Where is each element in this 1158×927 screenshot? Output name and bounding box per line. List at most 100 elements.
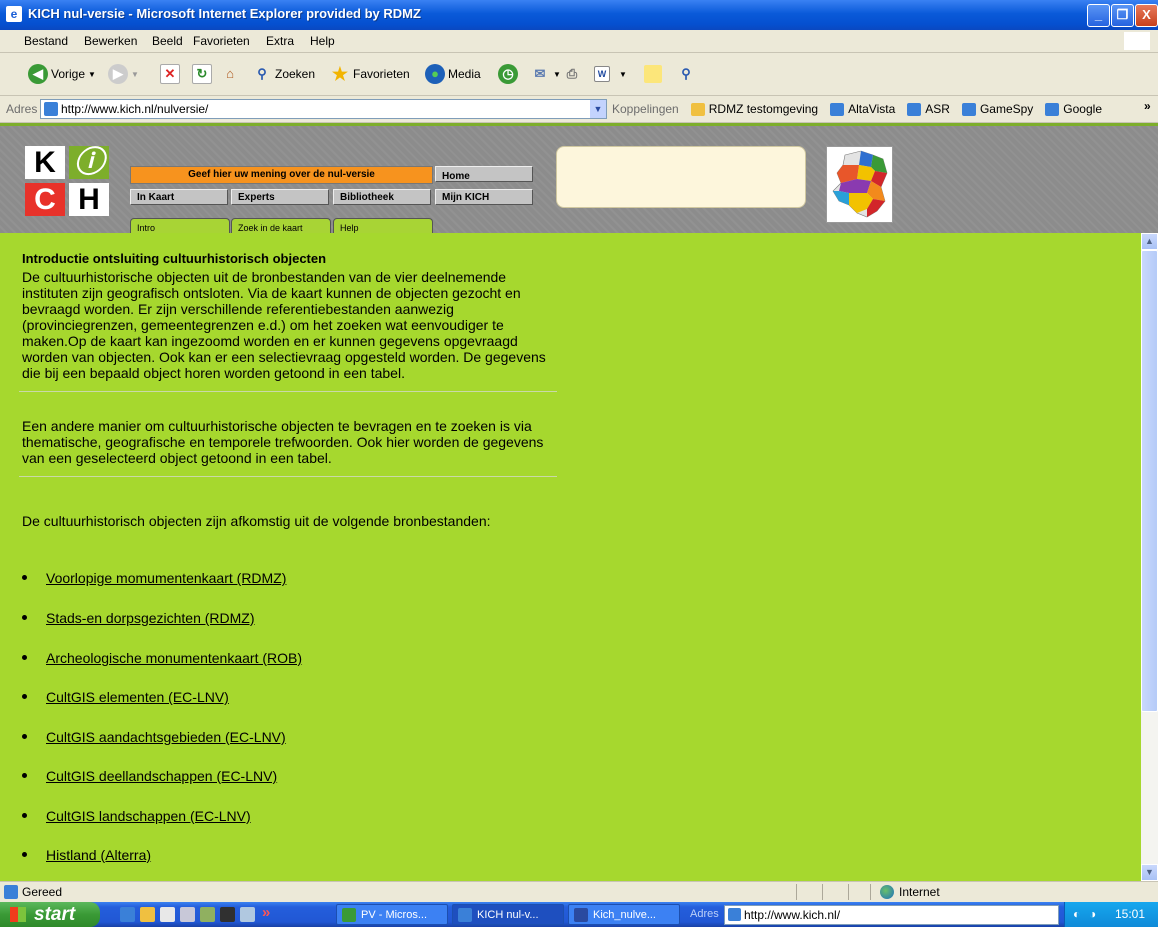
link-rdmz-testomgeving[interactable]: RDMZ testomgeving xyxy=(690,102,819,116)
menu-beeld[interactable]: Beeld xyxy=(152,34,183,48)
divider xyxy=(19,476,557,477)
history-button[interactable]: ◷ xyxy=(498,63,518,85)
link-asr[interactable]: ASR xyxy=(907,102,950,116)
quicklaunch-server-icon[interactable] xyxy=(180,907,195,922)
menu-help[interactable]: Help xyxy=(310,34,335,48)
task-label: Kich_nulve... xyxy=(593,909,656,921)
page-heading: Introductie ontsluiting cultuurhistorisc… xyxy=(22,251,327,266)
media-icon: ● xyxy=(425,64,445,84)
media-button[interactable]: ● Media xyxy=(425,63,481,85)
link-google[interactable]: Google xyxy=(1045,102,1102,116)
source-link[interactable]: Voorlopige momumentenkaart (RDMZ) xyxy=(46,570,286,586)
edit-button[interactable]: W ▼ xyxy=(594,63,627,85)
close-button[interactable]: X xyxy=(1135,4,1158,27)
links-label: Koppelingen xyxy=(612,102,679,116)
research-button[interactable]: ⚲ xyxy=(676,63,696,85)
bullet xyxy=(22,773,27,778)
quicklaunch-more-icon[interactable]: » xyxy=(262,904,270,921)
address-input[interactable]: http://www.kich.nl/nulversie/ ▼ xyxy=(40,99,607,119)
source-link[interactable]: CultGIS elementen (EC-LNV) xyxy=(46,689,229,705)
bullet xyxy=(22,655,27,660)
source-link[interactable]: Archeologische monumentenkaart (ROB) xyxy=(46,650,302,666)
scroll-thumb[interactable] xyxy=(1141,250,1158,712)
bullet xyxy=(22,813,27,818)
quicklaunch-ie-icon[interactable] xyxy=(120,907,135,922)
vertical-scrollbar[interactable]: ▲ ▼ xyxy=(1141,233,1158,881)
internet-globe-icon xyxy=(880,885,894,899)
menu-bewerken[interactable]: Bewerken xyxy=(84,34,137,48)
menu-extra[interactable]: Extra xyxy=(266,34,294,48)
logo-letter-c: C xyxy=(25,183,65,216)
bullet xyxy=(22,852,27,857)
list-item: CultGIS elementen (EC-LNV) xyxy=(22,689,229,705)
tray-network-icon[interactable]: ◐ xyxy=(1073,902,1080,927)
source-link[interactable]: CultGIS landschappen (EC-LNV) xyxy=(46,808,251,824)
link-altavista[interactable]: AltaVista xyxy=(830,102,895,116)
source-link[interactable]: CultGIS aandachtsgebieden (EC-LNV) xyxy=(46,729,286,745)
menu-favorieten[interactable]: Favorieten xyxy=(193,34,250,48)
search-button[interactable]: ⚲ Zoeken xyxy=(252,63,315,85)
quicklaunch-document-icon[interactable] xyxy=(160,907,175,922)
info-icon: ⓘ xyxy=(69,146,109,179)
search-icon: ⚲ xyxy=(257,66,267,81)
forward-button[interactable]: ▶ ▼ xyxy=(108,63,139,85)
feedback-link[interactable]: Geef hier uw mening over de nul-versie xyxy=(130,166,433,184)
home-button[interactable]: ⌂ xyxy=(220,63,240,85)
netherlands-map-icon[interactable] xyxy=(826,146,893,223)
page-content: Introductie ontsluiting cultuurhistorisc… xyxy=(0,233,1141,881)
kich-logo[interactable]: K ⓘ C H xyxy=(25,146,111,218)
quicklaunch-folder-icon[interactable] xyxy=(140,907,155,922)
quicklaunch-tool-icon[interactable] xyxy=(200,907,215,922)
nav-experts[interactable]: Experts xyxy=(231,189,329,205)
source-link[interactable]: CultGIS deellandschappen (EC-LNV) xyxy=(46,768,277,784)
word-icon xyxy=(574,908,588,922)
discuss-button[interactable] xyxy=(644,63,662,85)
link-gamespy[interactable]: GameSpy xyxy=(961,102,1033,116)
address-dropdown-icon[interactable]: ▼ xyxy=(590,100,606,118)
alternative-paragraph: Een andere manier om cultuurhistorische … xyxy=(22,418,544,466)
links-more-icon[interactable]: » xyxy=(1144,99,1151,113)
scroll-down-icon[interactable]: ▼ xyxy=(1141,864,1158,881)
clock[interactable]: 15:01 xyxy=(1115,902,1145,927)
nav-home[interactable]: Home xyxy=(435,166,533,182)
menu-bestand[interactable]: Bestand xyxy=(24,34,68,48)
star-icon: ★ xyxy=(331,64,349,84)
quicklaunch-console-icon[interactable] xyxy=(220,907,235,922)
task-kich-ie[interactable]: KICH nul-v... xyxy=(452,904,564,925)
task-kich-word[interactable]: Kich_nulve... xyxy=(568,904,680,925)
page-done-icon xyxy=(4,885,18,899)
quicklaunch-network-icon[interactable] xyxy=(240,907,255,922)
print-button[interactable]: ⎙ xyxy=(562,63,582,85)
windows-flag-icon xyxy=(10,907,26,922)
ie-icon xyxy=(458,908,472,922)
refresh-button[interactable]: ↻ xyxy=(192,63,212,85)
maximize-button[interactable]: ❐ xyxy=(1111,4,1134,27)
scroll-up-icon[interactable]: ▲ xyxy=(1141,233,1158,250)
list-item: Histland (Alterra) xyxy=(22,847,151,863)
favorites-button[interactable]: ★ Favorieten xyxy=(330,63,410,85)
minimize-button[interactable]: _ xyxy=(1087,4,1110,27)
start-button[interactable]: start xyxy=(0,902,100,927)
media-label: Media xyxy=(448,67,481,81)
system-tray: ◐ ◑ 15:01 xyxy=(1064,902,1158,927)
source-link[interactable]: Stads-en dorpsgezichten (RDMZ) xyxy=(46,610,255,626)
nav-in-kaart[interactable]: In Kaart xyxy=(130,189,228,205)
source-link[interactable]: Histland (Alterra) xyxy=(46,847,151,863)
stop-button[interactable]: ✕ xyxy=(160,63,180,85)
task-pv-microsoft[interactable]: PV - Micros... xyxy=(336,904,448,925)
taskbar-address-input[interactable]: http://www.kich.nl/ xyxy=(724,905,1059,925)
tray-volume-icon[interactable]: ◑ xyxy=(1089,902,1096,927)
back-button[interactable]: ◀ Vorige ▼ xyxy=(28,63,96,85)
taskbar-address-url: http://www.kich.nl/ xyxy=(744,908,841,922)
link-label: RDMZ testomgeving xyxy=(708,102,819,116)
nav-bibliotheek[interactable]: Bibliotheek xyxy=(333,189,431,205)
back-label: Vorige xyxy=(51,67,86,81)
list-item: CultGIS aandachtsgebieden (EC-LNV) xyxy=(22,729,286,745)
folder-icon xyxy=(690,102,705,116)
info-panel xyxy=(556,146,806,208)
status-bar: Gereed Internet xyxy=(0,881,1158,902)
nav-mijn-kich[interactable]: Mijn KICH xyxy=(435,189,533,205)
mail-button[interactable]: ✉ ▼ xyxy=(530,63,561,85)
window-title-bar[interactable]: e KICH nul-versie - Microsoft Internet E… xyxy=(0,0,1158,30)
link-label: Google xyxy=(1063,102,1102,116)
